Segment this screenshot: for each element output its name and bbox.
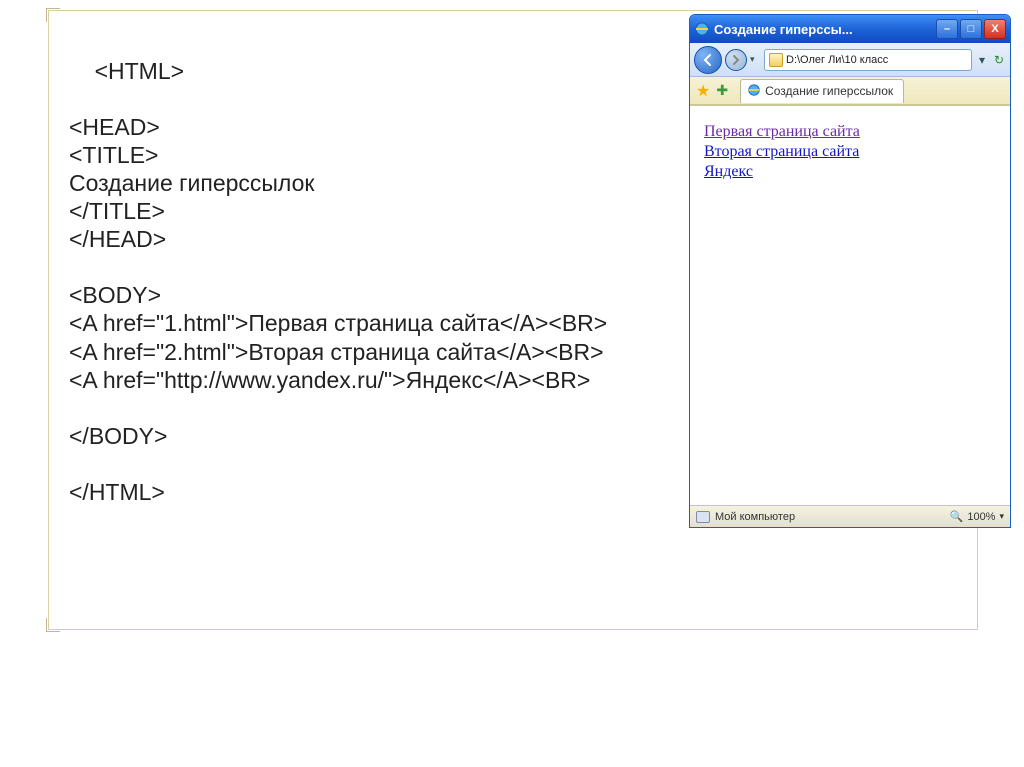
browser-tab[interactable]: Создание гиперссылок: [740, 79, 904, 103]
minimize-label: –: [944, 23, 950, 35]
refresh-button[interactable]: ↻: [992, 53, 1006, 67]
code-line: <HEAD>: [69, 114, 160, 140]
slide-frame: <HTML> <HEAD> <TITLE> Создание гиперссыл…: [48, 10, 978, 630]
page-content: Первая страница сайта Вторая страница са…: [690, 105, 1010, 505]
window-buttons: – □ X: [936, 19, 1006, 39]
code-line: <BODY>: [69, 282, 161, 308]
code-line: <HTML>: [95, 58, 184, 84]
zoom-icon: 🔍: [950, 510, 964, 523]
add-favorite-icon[interactable]: ✚: [716, 82, 728, 99]
forward-button[interactable]: [725, 49, 747, 71]
link-second-page[interactable]: Вторая страница сайта: [704, 143, 859, 160]
code-line: <A href="http://www.yandex.ru/">Яндекс</…: [69, 367, 590, 393]
code-line: </HEAD>: [69, 226, 166, 252]
address-text: D:\Олег Ли\10 класс: [786, 54, 888, 66]
arrow-right-icon: [731, 55, 741, 65]
ie-icon: [747, 83, 761, 100]
link-first-page[interactable]: Первая страница сайта: [704, 123, 860, 140]
corner-decoration: [46, 8, 60, 22]
computer-icon: [696, 511, 710, 523]
address-bar[interactable]: D:\Олег Ли\10 класс: [764, 49, 972, 71]
favorites-bar: ★ ✚ Создание гиперссылок: [690, 77, 1010, 105]
ie-icon: [694, 21, 710, 37]
close-button[interactable]: X: [984, 19, 1006, 39]
code-line: </BODY>: [69, 423, 167, 449]
corner-decoration: [46, 618, 60, 632]
code-line: <TITLE>: [69, 142, 158, 168]
code-line: <A href="2.html">Вторая страница сайта</…: [69, 339, 604, 365]
history-dropdown[interactable]: [750, 49, 761, 71]
link-yandex[interactable]: Яндекс: [704, 163, 753, 180]
status-bar: Мой компьютер 🔍 100% ▾: [690, 505, 1010, 527]
favorites-icon[interactable]: ★: [696, 81, 710, 101]
code-line: </TITLE>: [69, 198, 165, 224]
code-line: <A href="1.html">Первая страница сайта</…: [69, 310, 607, 336]
maximize-button[interactable]: □: [960, 19, 982, 39]
folder-icon: [769, 53, 783, 67]
browser-window: Создание гиперссы... – □ X D:\Олег Ли\10…: [689, 14, 1011, 528]
code-line: Создание гиперссылок: [69, 170, 314, 196]
code-block: <HTML> <HEAD> <TITLE> Создание гиперссыл…: [69, 29, 624, 534]
navigation-bar: D:\Олег Ли\10 класс ▾ ↻: [690, 43, 1010, 77]
address-dropdown-button[interactable]: ▾: [975, 53, 989, 67]
minimize-button[interactable]: –: [936, 19, 958, 39]
code-line: </HTML>: [69, 479, 165, 505]
status-text: Мой компьютер: [715, 511, 795, 523]
close-label: X: [991, 23, 998, 35]
window-title: Создание гиперссы...: [714, 22, 936, 37]
arrow-left-icon: [701, 53, 715, 67]
zoom-level: 100%: [967, 511, 995, 523]
back-button[interactable]: [694, 46, 722, 74]
maximize-label: □: [968, 23, 975, 35]
zoom-dropdown[interactable]: ▾: [999, 511, 1004, 522]
tab-label: Создание гиперссылок: [765, 84, 893, 98]
titlebar[interactable]: Создание гиперссы... – □ X: [690, 15, 1010, 43]
